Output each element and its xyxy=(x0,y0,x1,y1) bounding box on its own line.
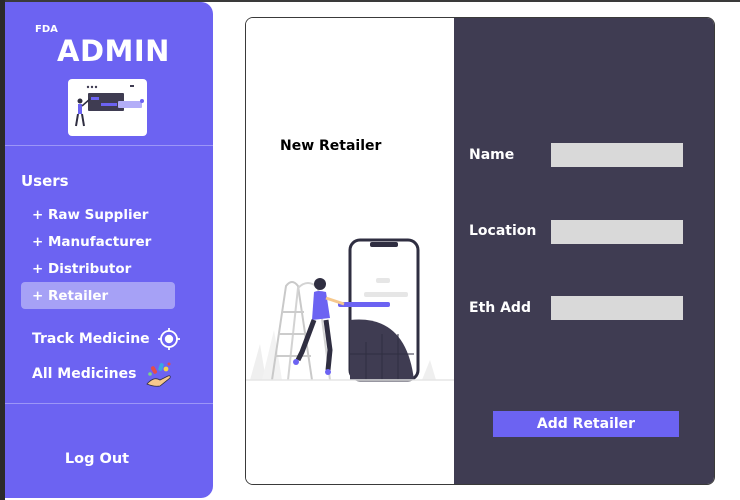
sidebar-item-label: Manufacturer xyxy=(48,233,152,250)
sidebar-divider xyxy=(5,145,213,146)
add-retailer-button[interactable]: Add Retailer xyxy=(493,411,679,437)
name-label: Name xyxy=(469,147,515,163)
brand-title: ADMIN xyxy=(57,34,170,68)
logout-button[interactable]: Log Out xyxy=(5,451,189,467)
sidebar-item-label: Distributor xyxy=(48,260,132,277)
name-input[interactable] xyxy=(551,143,683,167)
sidebar-item-raw-supplier[interactable]: + Raw Supplier xyxy=(21,201,175,228)
admin-illustration xyxy=(68,79,147,136)
sidebar-item-label: Raw Supplier xyxy=(48,206,149,223)
location-input[interactable] xyxy=(551,220,683,244)
card-illustration-panel: New Retailer xyxy=(246,18,454,484)
plus-icon: + xyxy=(32,260,44,277)
phone-illustration xyxy=(246,234,454,403)
track-medicine-link[interactable]: Track Medicine xyxy=(32,328,180,350)
sidebar: FDA ADMIN Users + Raw Supplier + Manufac xyxy=(5,2,213,498)
form-title: New Retailer xyxy=(280,138,382,154)
brand-small: FDA xyxy=(35,24,58,35)
all-medicines-label: All Medicines xyxy=(32,366,137,382)
sidebar-item-label: Retailer xyxy=(48,287,109,304)
eth-address-label: Eth Add xyxy=(469,300,531,316)
retailer-form-card: New Retailer Name Location Eth Add Add R… xyxy=(245,17,715,485)
track-medicine-label: Track Medicine xyxy=(32,331,150,347)
sidebar-item-manufacturer[interactable]: + Manufacturer xyxy=(21,228,175,255)
users-heading: Users xyxy=(21,172,69,190)
location-label: Location xyxy=(469,223,537,239)
sidebar-item-retailer[interactable]: + Retailer xyxy=(21,282,175,309)
sidebar-item-distributor[interactable]: + Distributor xyxy=(21,255,175,282)
target-icon xyxy=(157,328,180,350)
plus-icon: + xyxy=(32,206,44,223)
plus-icon: + xyxy=(32,233,44,250)
form-panel: Name Location Eth Add Add Retailer xyxy=(454,18,714,484)
eth-address-input[interactable] xyxy=(551,296,683,320)
all-medicines-link[interactable]: All Medicines xyxy=(32,360,174,388)
plus-icon: + xyxy=(32,287,44,304)
medicine-hand-icon xyxy=(144,360,174,388)
users-nav: + Raw Supplier + Manufacturer + Distribu… xyxy=(21,201,175,309)
sidebar-divider xyxy=(5,403,213,404)
